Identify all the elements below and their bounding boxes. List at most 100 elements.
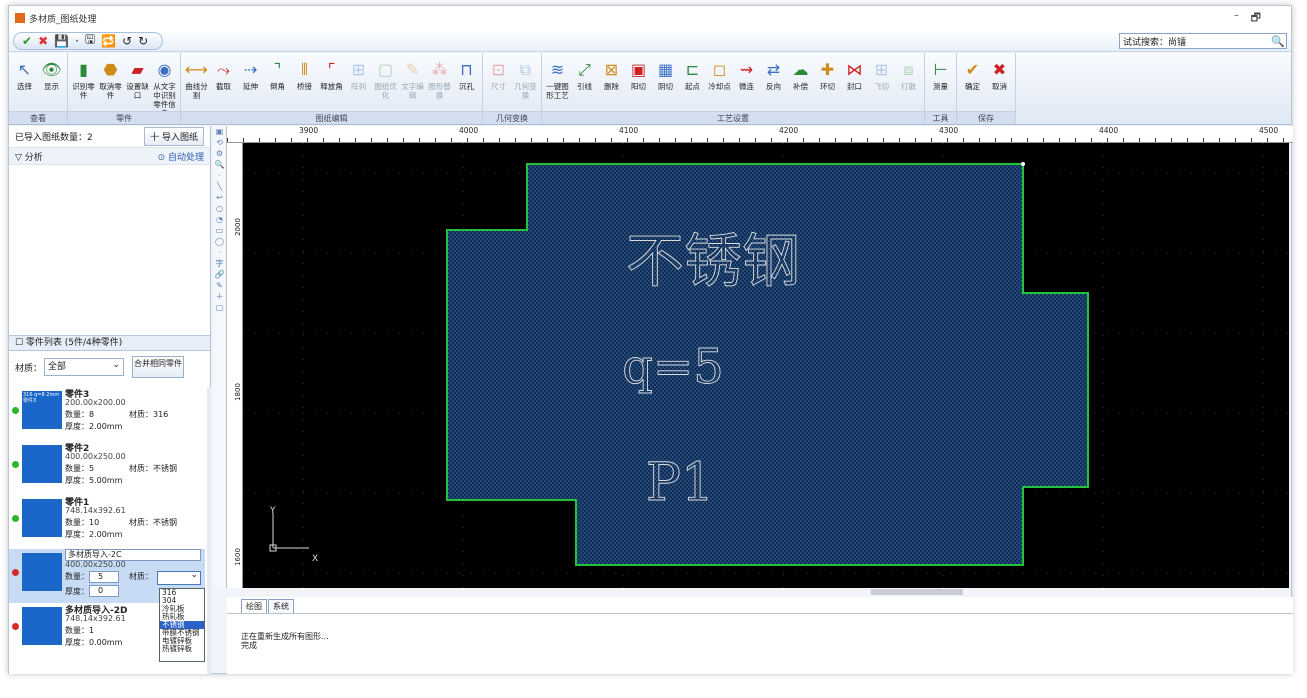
draw-tool-icon[interactable]: ⟲	[216, 137, 223, 148]
canvas-horizontal-scrollbar[interactable]	[243, 588, 1289, 596]
ribbon-button[interactable]: ⁂ 图形替换	[426, 56, 453, 100]
ribbon-button[interactable]: ▢ 图纸优化	[372, 56, 399, 100]
ribbon-button[interactable]: ✚ 环切	[814, 56, 841, 100]
ribbon-button[interactable]: ↖ 选择	[11, 56, 38, 91]
part-list-item[interactable]: 316 q=8 2mm 零件3 零件3 200.00x200.00 数量：8 材质：31…	[9, 387, 205, 441]
undo-icon[interactable]: ↺	[122, 34, 132, 48]
ribbon-button[interactable]: ⤳ 截取	[210, 56, 237, 100]
ribbon: ↖ 选择 👁 显示查看 ▮ 识别零件 ⬣ 取消零件 ▰ 设置缺口◉从文字中识别零件信息零件 ⟷ 曲线分…	[9, 53, 1291, 125]
save-icon[interactable]: 💾	[54, 34, 69, 48]
draw-tool-icon[interactable]: 🔍	[215, 159, 225, 170]
draw-tool-icon[interactable]: ↩	[216, 192, 223, 203]
ribbon-button[interactable]: ⇢ 延伸	[237, 56, 264, 100]
material-dropdown-list[interactable]: 316 304 冷轧板 热轧板 不锈钢 带膜不锈钢 电镀锌板 热镀锌板	[159, 588, 205, 662]
draw-tool-icon[interactable]: ⚙	[216, 148, 223, 159]
confirm-icon[interactable]: ✔	[22, 34, 32, 48]
minimize-button[interactable]: –	[1234, 10, 1239, 21]
ribbon-button[interactable]: ⫴ 桥接	[291, 56, 318, 100]
ribbon-button[interactable]: ⋈ 封口	[841, 56, 868, 100]
ribbon-button[interactable]: ⊞ 飞切	[868, 56, 895, 100]
tab-drawing[interactable]: 绘图	[241, 599, 267, 613]
part-list-scrollbar[interactable]	[207, 387, 211, 674]
ribbon-button[interactable]: ◉从文字中识别零件信息	[151, 56, 178, 118]
ribbon-button[interactable]: ✎ 文字编辑	[399, 56, 426, 100]
ribbon-button-label: 倒角	[270, 82, 285, 91]
ribbon-button[interactable]: ⤢ 引线	[571, 56, 598, 100]
ribbon-button[interactable]: ⧉ 几何变换	[512, 56, 539, 100]
search-input[interactable]: 试试搜索：尚镭	[1120, 35, 1270, 48]
ribbon-icon: ◉	[157, 59, 172, 79]
draw-tool-icon[interactable]: 字	[216, 258, 224, 269]
dropdown-option[interactable]: 热镀锌板	[160, 645, 204, 653]
draw-tool-icon[interactable]: 🔗	[215, 269, 225, 280]
part-outline[interactable]	[446, 163, 1089, 566]
ribbon-button[interactable]: ☁ 补偿	[787, 56, 814, 100]
ribbon-button[interactable]: ⇄ 反向	[760, 56, 787, 100]
redo-icon[interactable]: ↻	[138, 34, 148, 48]
ribbon-button[interactable]: ▦ 阴切	[652, 56, 679, 100]
ribbon-button[interactable]: ⊢ 测量	[927, 56, 954, 91]
part-list-item[interactable]: 零件1 748.14x392.61 数量：10 材质：不锈钢 厚度：2.00mm	[9, 495, 205, 549]
ribbon-button[interactable]: ⟷ 曲线分割	[183, 56, 210, 100]
part-dimensions: 400.00x250.00	[65, 560, 126, 569]
ribbon-button[interactable]: ⌜ 释放角	[318, 56, 345, 100]
ribbon-button[interactable]: ⊓ 沉孔	[453, 56, 480, 100]
ribbon-button[interactable]: 👁 显示	[38, 56, 65, 91]
draw-tool-icon[interactable]: ○	[216, 203, 223, 214]
draw-tool-icon[interactable]: ✎	[216, 280, 223, 291]
ribbon-button-label: 设置缺口	[126, 82, 149, 100]
ribbon-button[interactable]: ◻ 冷却点	[706, 56, 733, 100]
draw-tool-icon[interactable]: ·	[218, 247, 221, 258]
draw-tool-icon[interactable]: ▢	[216, 302, 224, 313]
ribbon-button[interactable]: ▰ 设置缺口	[124, 56, 151, 118]
auto-process-button[interactable]: ⊙ 自动处理	[158, 150, 204, 163]
ribbon-button-label: 引线	[577, 82, 592, 91]
ribbon-button[interactable]: ⇝ 微连	[733, 56, 760, 100]
ribbon-button[interactable]: ⊠ 删除	[598, 56, 625, 100]
ribbon-button[interactable]: ⬣ 取消零件	[97, 56, 124, 118]
ribbon-button-label: 阳切	[631, 82, 646, 91]
import-drawing-button[interactable]: 十 导入图纸	[144, 127, 204, 146]
ribbon-button-label: 截取	[216, 82, 231, 91]
search-icon[interactable]: 🔍	[1270, 35, 1286, 48]
ribbon-button[interactable]: ⊏ 起点	[679, 56, 706, 100]
ribbon-button[interactable]: ✖ 取消	[986, 56, 1013, 91]
draw-tool-icon[interactable]: ◔	[216, 214, 223, 225]
ribbon-button[interactable]: ⊡ 尺寸	[485, 56, 512, 100]
merge-same-parts-button[interactable]: 合并相同零件	[132, 356, 185, 378]
ribbon-button[interactable]: ⌝ 倒角	[264, 56, 291, 100]
ribbon-icon: ⊠	[604, 59, 619, 79]
ribbon-button[interactable]: ⧈ 打散	[895, 56, 922, 100]
ribbon-button[interactable]: ✔ 确定	[959, 56, 986, 91]
thickness-stepper[interactable]: 0	[89, 585, 119, 597]
ribbon-group: ⟷ 曲线分割 ⤳ 截取 ⇢ 延伸 ⌝ 倒角 ⫴ 桥接 ⌜ 释放角 ⊞ 阵列 ▢ 图纸优化 ✎ 文字编辑 ⁂ 图形替换 ⊓…	[181, 53, 483, 124]
material-filter-select[interactable]: 全部	[44, 357, 125, 376]
ribbon-button-label: 冷却点	[708, 82, 731, 91]
ribbon-button[interactable]: ▣ 阳切	[625, 56, 652, 100]
drawing-canvas[interactable]: 不锈钢 q=5 P1 Y X	[243, 143, 1289, 588]
scroll-thumb[interactable]	[871, 589, 963, 595]
cancel-icon[interactable]: ✖	[38, 34, 48, 48]
refresh-icon[interactable]: 🔁	[101, 34, 116, 48]
draw-tool-icon[interactable]: ·	[218, 170, 221, 181]
draw-tool-icon[interactable]: ▭	[216, 225, 224, 236]
ribbon-button[interactable]: ≋ 一键图形工艺	[544, 56, 571, 100]
draw-tool-icon[interactable]: ╲	[217, 181, 222, 192]
draw-tool-icon[interactable]: ◯	[215, 236, 224, 247]
quantity-stepper[interactable]: 5	[89, 571, 119, 583]
separator-icon[interactable]: ·	[75, 34, 79, 48]
material-select-input[interactable]	[157, 570, 201, 585]
ribbon-button[interactable]: ▮ 识别零件	[70, 56, 97, 118]
part-material: 材质：	[129, 572, 153, 581]
tab-system[interactable]: 系统	[268, 599, 294, 613]
restore-button[interactable]: 🗗	[1251, 9, 1261, 28]
analysis-label[interactable]: ▽ 分析	[15, 150, 43, 163]
ribbon-icon: ↖	[17, 59, 32, 79]
open-icon[interactable]: 🖫	[85, 30, 95, 51]
ribbon-group-buttons: ≋ 一键图形工艺 ⤢ 引线 ⊠ 删除 ▣ 阳切 ▦ 阴切 ⊏ 起点 ◻ 冷却点 ⇝ 微连 ⇄ 反向 ☁ 补偿 ✚ 环切 ⋈ 封…	[542, 53, 924, 100]
ribbon-button[interactable]: ⊞ 阵列	[345, 56, 372, 100]
search-box[interactable]: 试试搜索：尚镭 🔍	[1119, 33, 1287, 49]
draw-tool-icon[interactable]: ▣	[216, 126, 224, 137]
part-list-item[interactable]: 零件2 400.00x250.00 数量：5 材质：不锈钢 厚度：5.00mm	[9, 441, 205, 495]
draw-tool-icon[interactable]: ＋	[216, 291, 224, 302]
